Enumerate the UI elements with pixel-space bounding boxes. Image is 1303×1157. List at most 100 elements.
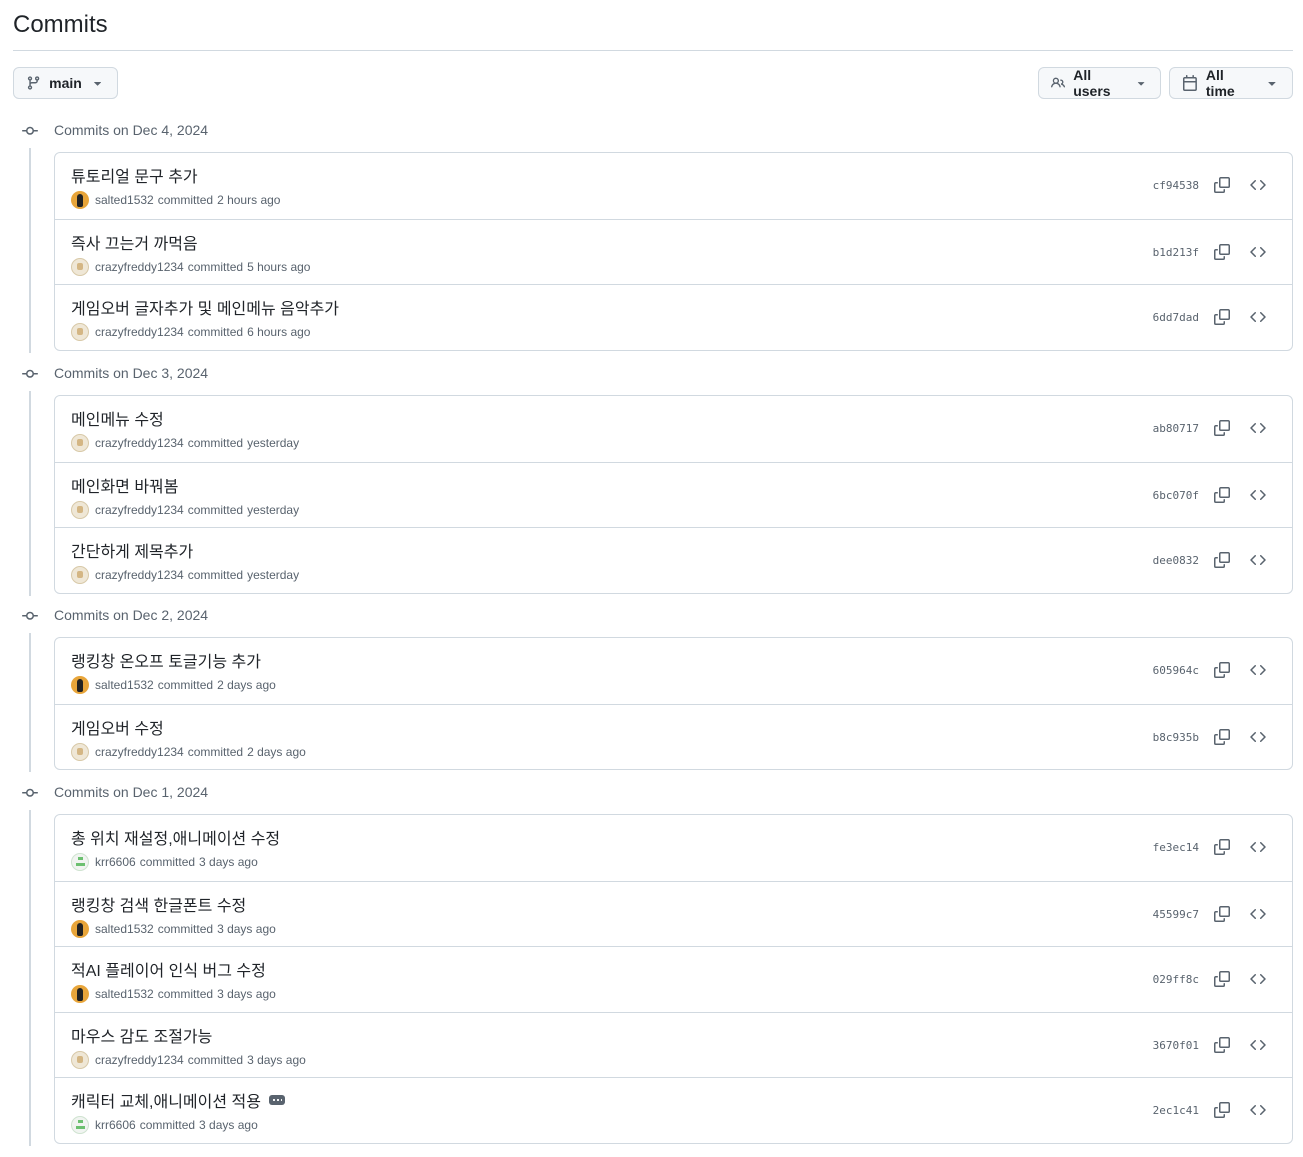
commit-message-container: 즉사 끄는거 까먹음: [71, 230, 198, 254]
commit-author-link[interactable]: salted1532: [95, 678, 154, 692]
commit-author-link[interactable]: salted1532: [95, 193, 154, 207]
copy-icon: [1214, 420, 1230, 436]
commit-row: 게임오버 글자추가 및 메인메뉴 음악추가 crazyfreddy1234 comm…: [55, 284, 1292, 350]
commit-sha-link[interactable]: cf94538: [1153, 179, 1199, 192]
commit-time: yesterday: [247, 502, 300, 517]
commit-sha-link[interactable]: fe3ec14: [1153, 841, 1199, 854]
commit-message-link[interactable]: 메인화면 바꿔봄: [71, 473, 179, 497]
browse-repository-button[interactable]: [1248, 550, 1268, 570]
commit-message-link[interactable]: 게임오버 수정: [71, 715, 164, 739]
avatar[interactable]: [71, 1050, 89, 1069]
commit-message-link[interactable]: 튜토리얼 문구 추가: [71, 163, 198, 187]
branch-selector-button[interactable]: main: [13, 67, 118, 99]
copy-sha-button[interactable]: [1212, 550, 1232, 570]
expand-description-button[interactable]: [268, 1095, 285, 1105]
commit-message-link[interactable]: 캐릭터 교체,애니메이션 적용: [71, 1088, 261, 1112]
commit-verb: committed: [157, 678, 214, 692]
copy-sha-button[interactable]: [1212, 660, 1232, 680]
avatar[interactable]: [71, 434, 89, 452]
browse-repository-button[interactable]: [1248, 242, 1268, 262]
commit-message-container: 총 위치 재설정,애니메이션 수정: [71, 825, 280, 849]
avatar[interactable]: [71, 853, 89, 871]
browse-repository-button[interactable]: [1248, 969, 1268, 989]
copy-sha-button[interactable]: [1212, 837, 1232, 857]
commit-verb: committed: [157, 987, 214, 1001]
commit-author-link[interactable]: crazyfreddy1234: [95, 745, 184, 759]
commit-group: Commits on Dec 1, 2024 총 위치 재설정,애니메이션 수정 k…: [13, 778, 1293, 1146]
commit-message-link[interactable]: 랭킹창 검색 한글폰트 수정: [71, 892, 246, 916]
all-users-filter-button[interactable]: All users: [1038, 67, 1161, 99]
commit-author-link[interactable]: crazyfreddy1234: [95, 503, 184, 517]
commit-message-link[interactable]: 랭킹창 온오프 토글기능 추가: [71, 648, 261, 672]
copy-sha-button[interactable]: [1212, 242, 1232, 262]
commit-time: 3 days ago: [199, 855, 258, 869]
commit-sha-link[interactable]: b8c935b: [1153, 731, 1199, 744]
browse-repository-button[interactable]: [1248, 904, 1268, 924]
avatar[interactable]: [71, 1116, 89, 1134]
avatar[interactable]: [71, 676, 89, 694]
avatar[interactable]: [71, 500, 89, 519]
commit-author-link[interactable]: crazyfreddy1234: [95, 436, 184, 450]
avatar[interactable]: [71, 323, 89, 341]
commit-message-link[interactable]: 총 위치 재설정,애니메이션 수정: [71, 825, 280, 849]
commit-author-link[interactable]: salted1532: [95, 922, 154, 936]
browse-repository-button[interactable]: [1248, 727, 1268, 747]
browse-repository-button[interactable]: [1248, 1100, 1268, 1120]
commit-time: 2 days ago: [247, 744, 306, 759]
commit-message-link[interactable]: 즉사 끄는거 까먹음: [71, 230, 198, 254]
commit-sha-link[interactable]: 605964c: [1153, 664, 1199, 677]
commit-author-link[interactable]: crazyfreddy1234: [95, 1053, 184, 1067]
commit-author-link[interactable]: krr6606: [95, 1118, 136, 1132]
all-time-filter-button[interactable]: All time: [1169, 67, 1293, 99]
copy-sha-button[interactable]: [1212, 1100, 1232, 1120]
code-icon: [1250, 664, 1266, 676]
commit-message-link[interactable]: 메인메뉴 수정: [71, 406, 164, 430]
commit-group-header: Commits on Dec 1, 2024: [13, 778, 1293, 806]
browse-repository-button[interactable]: [1248, 418, 1268, 438]
commit-message-link[interactable]: 간단하게 제목추가: [71, 538, 193, 562]
commit-sha-link[interactable]: ab80717: [1153, 422, 1199, 435]
commit-sha-link[interactable]: 3670f01: [1153, 1039, 1199, 1052]
browse-repository-button[interactable]: [1248, 660, 1268, 680]
commit-author-link[interactable]: crazyfreddy1234: [95, 325, 184, 339]
browse-repository-button[interactable]: [1248, 1035, 1268, 1055]
commit-sha-link[interactable]: dee0832: [1153, 554, 1199, 567]
avatar[interactable]: [71, 919, 89, 938]
commit-message-container: 랭킹창 온오프 토글기능 추가: [71, 648, 261, 672]
avatar[interactable]: [71, 566, 89, 584]
copy-sha-button[interactable]: [1212, 418, 1232, 438]
commit-author-link[interactable]: crazyfreddy1234: [95, 260, 184, 274]
avatar[interactable]: [71, 191, 89, 209]
code-icon: [1250, 554, 1266, 566]
avatar[interactable]: [71, 742, 89, 761]
commit-message-link[interactable]: 마우스 감도 조절가능: [71, 1023, 212, 1047]
avatar[interactable]: [71, 985, 89, 1003]
commit-row: 마우스 감도 조절가능 crazyfreddy1234 committed 3 day…: [55, 1011, 1292, 1078]
commit-author-link[interactable]: crazyfreddy1234: [95, 568, 184, 582]
commit-sha-link[interactable]: 6dd7dad: [1153, 311, 1199, 324]
code-icon: [1250, 422, 1266, 434]
commit-verb: committed: [139, 1118, 196, 1132]
commit-sha-link[interactable]: 029ff8c: [1153, 973, 1199, 986]
commit-message-link[interactable]: 게임오버 글자추가 및 메인메뉴 음악추가: [71, 295, 339, 319]
copy-sha-button[interactable]: [1212, 307, 1232, 327]
browse-repository-button[interactable]: [1248, 485, 1268, 505]
commit-sha-link[interactable]: 6bc070f: [1153, 489, 1199, 502]
commit-sha-link[interactable]: b1d213f: [1153, 246, 1199, 259]
commit-message-container: 마우스 감도 조절가능: [71, 1023, 212, 1047]
copy-sha-button[interactable]: [1212, 175, 1232, 195]
avatar[interactable]: [71, 257, 89, 276]
copy-sha-button[interactable]: [1212, 904, 1232, 924]
commit-message-link[interactable]: 적AI 플레이어 인식 버그 수정: [71, 957, 266, 981]
browse-repository-button[interactable]: [1248, 837, 1268, 857]
copy-sha-button[interactable]: [1212, 1035, 1232, 1055]
copy-sha-button[interactable]: [1212, 485, 1232, 505]
browse-repository-button[interactable]: [1248, 307, 1268, 327]
copy-sha-button[interactable]: [1212, 969, 1232, 989]
browse-repository-button[interactable]: [1248, 175, 1268, 195]
commit-sha-link[interactable]: 45599c7: [1153, 908, 1199, 921]
commit-author-link[interactable]: krr6606: [95, 855, 136, 869]
commit-sha-link[interactable]: 2ec1c41: [1153, 1104, 1199, 1117]
copy-sha-button[interactable]: [1212, 727, 1232, 747]
commit-author-link[interactable]: salted1532: [95, 987, 154, 1001]
